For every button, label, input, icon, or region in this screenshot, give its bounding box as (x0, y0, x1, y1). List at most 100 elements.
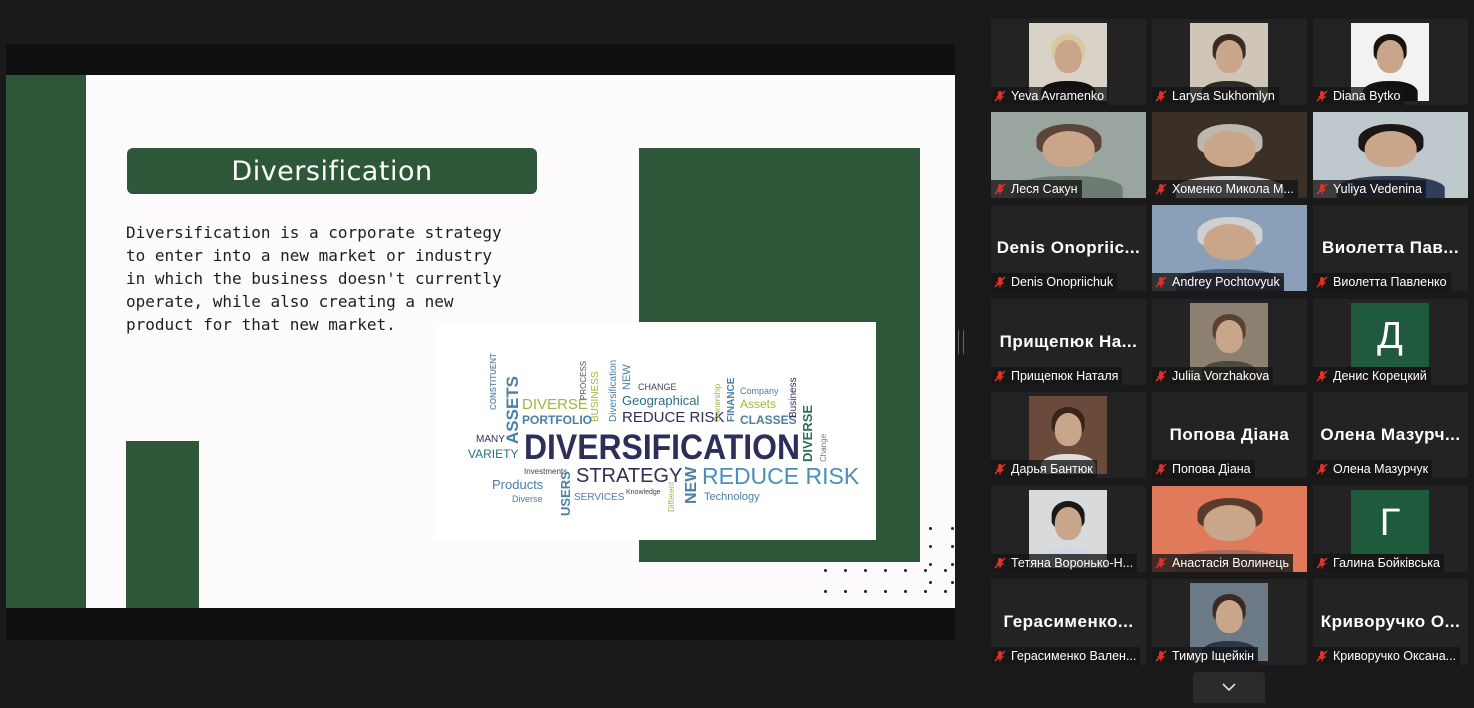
participant-name: Yeva Avramenko (1011, 89, 1105, 103)
decor-dot (864, 569, 867, 572)
wordcloud-word: DIVERSE (800, 405, 815, 462)
decor-dot (824, 590, 827, 593)
participant-tile[interactable]: Анастасія Волинець (1152, 486, 1307, 572)
wordcloud-word: MANY (476, 434, 505, 445)
muted-mic-icon (1155, 90, 1167, 102)
participant-name-label: Andrey Pochtovyuk (1152, 273, 1284, 291)
muted-mic-icon (994, 650, 1006, 662)
muted-mic-icon (1316, 557, 1328, 569)
muted-mic-icon (1155, 276, 1167, 288)
participant-tile[interactable]: Juliia Vorzhakova (1152, 299, 1307, 385)
participant-name-label: Анастасія Волинець (1152, 554, 1294, 572)
wordcloud-word: Different (667, 481, 676, 512)
decor-dot (844, 590, 847, 593)
wordcloud-word: NEW (683, 466, 700, 504)
decor-dot (944, 569, 947, 572)
participant-tile[interactable]: Andrey Pochtovyuk (1152, 205, 1307, 291)
participant-name: Анастасія Волинець (1172, 556, 1290, 570)
slide-left-bar (6, 75, 86, 608)
muted-mic-icon (1316, 463, 1328, 475)
presentation-slide: Diversification Diversification is a cor… (6, 75, 955, 608)
muted-mic-icon (994, 276, 1006, 288)
participant-name-label: Герасименко Вален... (991, 647, 1141, 665)
decor-dot (884, 590, 887, 593)
decor-dot (929, 527, 932, 530)
participant-tile[interactable]: Diana Bytko (1313, 19, 1468, 105)
show-more-button[interactable] (1193, 672, 1265, 703)
chevron-down-icon (1222, 683, 1236, 692)
wordcloud-word: Change (819, 433, 828, 462)
participant-tile[interactable]: Д Денис Корецкий (1313, 299, 1468, 385)
participant-tile[interactable]: Криворучко О... Криворучко Оксана... (1313, 579, 1468, 665)
participant-name-label: Дарья Бантюк (991, 460, 1097, 478)
decor-dot (864, 590, 867, 593)
panel-splitter[interactable] (958, 330, 964, 354)
participant-name: Diana Bytko (1333, 89, 1401, 103)
participant-tile[interactable]: Тимур Іщейкін (1152, 579, 1307, 665)
decor-dot (944, 590, 947, 593)
participant-name-label: Хоменко Микола М... (1152, 180, 1298, 198)
wordcloud-word: Diversification (608, 360, 619, 422)
participant-name-label: Yuliya Vedenina (1313, 180, 1426, 198)
participant-tile[interactable]: Леся Сакун (991, 112, 1146, 198)
participant-tile[interactable]: Олена Мазурч... Олена Мазурчук (1313, 392, 1468, 478)
wordcloud-word: Technology (704, 491, 760, 503)
decor-dot (951, 563, 954, 566)
wordcloud-word: USERS (558, 471, 573, 516)
muted-mic-icon (1316, 650, 1328, 662)
participant-tile[interactable]: Yeva Avramenko (991, 19, 1146, 105)
wordcloud-word: DIVERSE (522, 396, 588, 413)
decor-dot (844, 569, 847, 572)
participant-name: Денис Корецкий (1333, 369, 1427, 383)
participant-name: Andrey Pochtovyuk (1172, 275, 1280, 289)
participant-tile[interactable]: Хоменко Микола М... (1152, 112, 1307, 198)
wordcloud-word: Assets (740, 397, 776, 411)
participant-name-label: Виолетта Павленко (1313, 273, 1451, 291)
participant-tile[interactable]: Г Галина Бойківська (1313, 486, 1468, 572)
wordcloud-word: Business (788, 377, 799, 418)
wordcloud-word: FINANCE (726, 377, 737, 422)
participant-tile[interactable]: Тетяна Воронько-Н... (991, 486, 1146, 572)
participant-name-label: Denis Onopriichuk (991, 273, 1118, 291)
decor-dot (929, 581, 932, 584)
decor-dot (929, 545, 932, 548)
participant-tile[interactable]: Larysa Sukhomlyn (1152, 19, 1307, 105)
muted-mic-icon (994, 463, 1006, 475)
participant-name-label: Галина Бойківська (1313, 554, 1444, 572)
participant-tile[interactable]: Попова Діана Попова Діана (1152, 392, 1307, 478)
decor-dot (904, 569, 907, 572)
participant-initial-avatar: Г (1351, 490, 1429, 554)
participant-name-label: Леся Сакун (991, 180, 1082, 198)
muted-mic-icon (1316, 183, 1328, 195)
wordcloud-word: SERVICES (574, 492, 625, 503)
participant-name: Виолетта Павленко (1333, 275, 1447, 289)
participant-name: Larysa Sukhomlyn (1172, 89, 1275, 103)
muted-mic-icon (1155, 370, 1167, 382)
muted-mic-icon (1316, 276, 1328, 288)
participant-name: Галина Бойківська (1333, 556, 1440, 570)
muted-mic-icon (994, 90, 1006, 102)
participant-tile[interactable]: Denis Onopriic... Denis Onopriichuk (991, 205, 1146, 291)
decor-dot (824, 569, 827, 572)
wordcloud-word: CHANGE (638, 382, 677, 392)
wordcloud-word: ASSETS (503, 376, 522, 444)
participant-name-label: Тетяна Воронько-Н... (991, 554, 1138, 572)
decor-dot (951, 527, 954, 530)
participant-tile[interactable]: Виолетта Пав... Виолетта Павленко (1313, 205, 1468, 291)
participant-tile[interactable]: Герасименко... Герасименко Вален... (991, 579, 1146, 665)
wordcloud-word: CONSTITUENT (489, 353, 498, 410)
participant-name: Криворучко Оксана... (1333, 649, 1457, 663)
wordcloud-word: Diverse (512, 494, 543, 504)
participant-tile[interactable]: Yuliya Vedenina (1313, 112, 1468, 198)
decor-dot (951, 545, 954, 548)
slide-title: Diversification (127, 148, 537, 194)
muted-mic-icon (994, 557, 1006, 569)
participant-tile[interactable]: Дарья Бантюк (991, 392, 1146, 478)
slide-body-text: Diversification is a corporate strategy … (126, 223, 502, 334)
wordcloud-word: PORTFOLIO (522, 413, 592, 427)
wordcloud: CONSTITUENT ASSETS DIVERSE PORTFOLIO PRO… (468, 353, 860, 516)
participant-name: Герасименко Вален... (1011, 649, 1137, 663)
participant-tile[interactable]: Прищепюк На... Прищепюк Наталя (991, 299, 1146, 385)
participant-name: Тимур Іщейкін (1172, 649, 1255, 663)
decor-dot (904, 590, 907, 593)
